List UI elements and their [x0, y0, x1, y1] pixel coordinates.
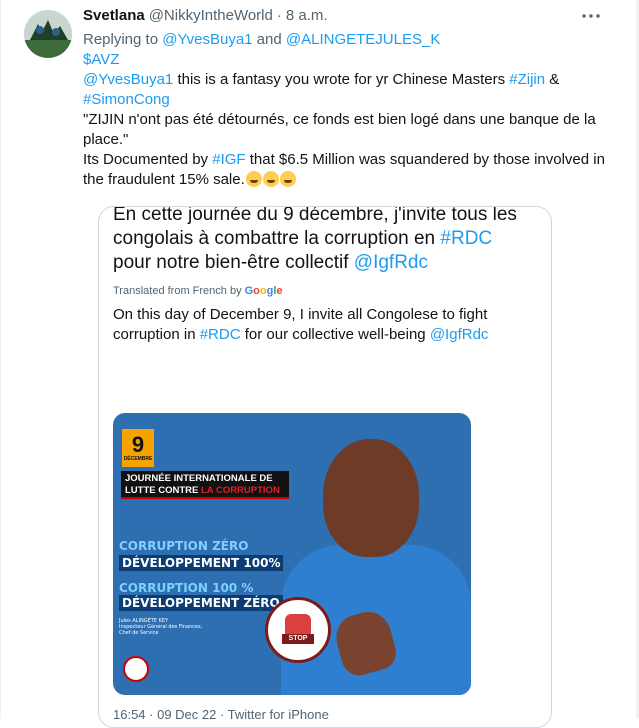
ellipsis-icon	[582, 14, 600, 18]
google-logo-icon: Google	[245, 285, 283, 297]
poster-day: 9	[131, 432, 145, 457]
avatar-image	[24, 10, 72, 58]
tweet-header: Svetlana @NikkyIntheWorld · 8 a.m.	[83, 6, 606, 26]
google-letter: G	[244, 285, 254, 297]
poster-date-badge: 9 DÉCEMBRE	[122, 429, 154, 467]
poster-line-1: CORRUPTION ZÉRO	[119, 539, 249, 553]
stop-corruption-stamp-icon: STOP	[265, 597, 331, 663]
quoted-tweet-footer[interactable]: 16:54 · 09 Dec 22 · Twitter for iPhone	[113, 707, 329, 722]
header-separator: ·	[276, 7, 282, 24]
hashtag-igf[interactable]: #IGF	[212, 151, 245, 168]
body-text-2: Its Documented by	[83, 151, 213, 168]
rofl-emoji-icon	[279, 171, 296, 187]
poster-banner-red: LA CORRUPTION	[201, 485, 280, 496]
translated-label: Translated from French by	[113, 285, 242, 297]
google-letter: e	[276, 285, 283, 297]
avatar[interactable]	[24, 10, 72, 58]
tweet-time[interactable]: 8 a.m.	[286, 6, 328, 26]
poster-line-4: DÉVELOPPEMENT ZÉRO	[119, 595, 283, 611]
en-hashtag-rdc[interactable]: #RDC	[200, 326, 241, 343]
google-letter: o	[259, 285, 267, 297]
google-letter: o	[253, 285, 260, 297]
fr-mention-igfrdc[interactable]: @IgfRdc	[354, 252, 428, 273]
reply-joiner: and	[256, 31, 282, 48]
replying-to: Replying to @YvesBuya1 and @ALINGETEJULE…	[83, 30, 606, 50]
body-amp: &	[545, 71, 560, 88]
cashtag[interactable]: $AVZ	[83, 51, 119, 68]
quoted-translated-text: On this day of December 9, I invite all …	[113, 305, 533, 345]
hashtag-simoncong[interactable]: #SimonCong	[83, 91, 170, 108]
fr-text-2: pour notre bien-être collectif	[113, 252, 354, 273]
en-text-2: for our collective well-being	[240, 326, 430, 343]
replying-to-label: Replying to	[83, 31, 159, 48]
poster-line-3: CORRUPTION 100 %	[119, 581, 254, 595]
poster-person-head	[323, 439, 419, 557]
quoted-tweet-content: En cette journée du 9 décembre, j'invite…	[113, 207, 533, 345]
timeline-border-left	[0, 0, 1, 718]
poster-banner: JOURNÉE INTERNATIONALE DE LUTTE CONTRE L…	[121, 471, 289, 499]
tweet-body: $AVZ @YvesBuya1 this is a fantasy you wr…	[83, 50, 606, 190]
en-mention-igfrdc[interactable]: @IgfRdc	[430, 326, 489, 343]
poster-line-2: DÉVELOPPEMENT 100%	[119, 555, 284, 571]
poster-banner-line-1: JOURNÉE INTERNATIONALE DE	[125, 473, 273, 484]
body-text-1: this is a fantasy you wrote for yr Chine…	[173, 71, 510, 88]
poster-signer-title: Inspecteur Général des Finances, Chef de…	[119, 624, 203, 636]
stamp-stop-text: STOP	[282, 634, 314, 644]
author-name[interactable]: Svetlana	[83, 6, 145, 26]
translated-by[interactable]: Translated from French by Google	[113, 285, 533, 297]
igf-seal-icon	[123, 656, 149, 682]
fr-hashtag-rdc[interactable]: #RDC	[440, 228, 492, 249]
reply-mention-1[interactable]: @YvesBuya1	[162, 31, 252, 48]
tweet-content: Svetlana @NikkyIntheWorld · 8 a.m. Reply…	[83, 6, 606, 728]
hashtag-zijin[interactable]: #Zijin	[509, 71, 545, 88]
quoted-original-text: En cette journée du 9 décembre, j'invite…	[113, 207, 533, 275]
more-options-icon[interactable]	[580, 6, 602, 26]
quoted-tweet-card[interactable]: En cette journée du 9 décembre, j'invite…	[98, 206, 552, 728]
body-quote: "ZIJIN n'ont pas été détournés, ce fonds…	[83, 111, 596, 148]
author-handle[interactable]: @NikkyIntheWorld	[149, 6, 273, 26]
quoted-tweet-image[interactable]: 9 DÉCEMBRE JOURNÉE INTERNATIONALE DE LUT…	[113, 413, 471, 695]
reply-mention-2[interactable]: @ALINGETEJULES_K	[286, 31, 440, 48]
poster-signature: Jules ALINGETE KEY Inspecteur Général de…	[119, 618, 209, 636]
poster-banner-line-2: LUTTE CONTRE	[125, 485, 201, 496]
poster-month: DÉCEMBRE	[123, 456, 153, 462]
rofl-emoji-icon	[262, 171, 279, 187]
thinking-emoji-icon	[245, 171, 262, 187]
body-mention[interactable]: @YvesBuya1	[83, 71, 173, 88]
